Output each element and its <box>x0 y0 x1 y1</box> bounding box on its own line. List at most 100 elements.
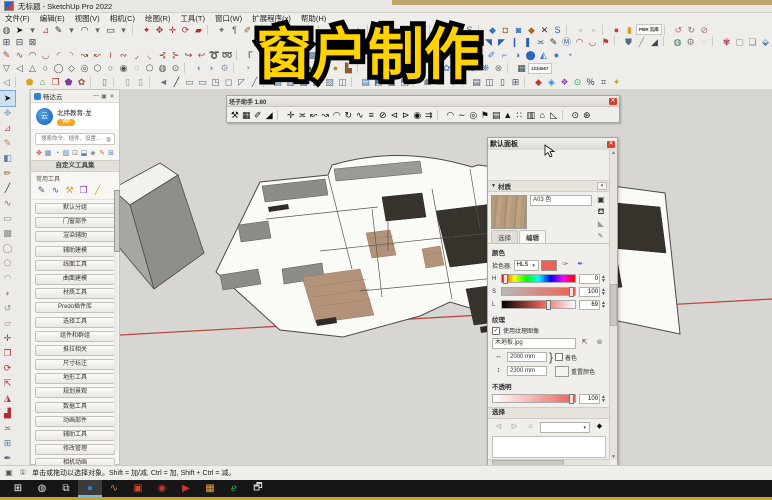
tool-icon[interactable]: ▢ <box>401 24 414 36</box>
sample-paint-icon[interactable]: ◣ <box>596 219 606 229</box>
tab-edit[interactable]: 编辑 <box>519 230 546 243</box>
tool-icon[interactable]: ▧ <box>310 76 323 88</box>
tool-icon[interactable]: ▫ <box>587 24 600 36</box>
plugin-group-button[interactable]: 尺寸标注 <box>35 359 115 371</box>
menu-item[interactable]: 相机(C) <box>105 13 140 24</box>
tool-icon[interactable]: ✿ <box>440 62 453 74</box>
tool-icon[interactable]: ⬒ <box>398 76 411 88</box>
tool-icon[interactable]: ✿ <box>75 76 88 88</box>
tab-select[interactable]: 选择 <box>491 230 518 243</box>
tool-icon[interactable]: ↝ <box>78 49 91 61</box>
saturation-slider[interactable] <box>501 287 577 297</box>
tool-icon[interactable]: ❚ <box>521 36 534 48</box>
tool-icon[interactable]: ✛ <box>166 24 179 36</box>
plugin-search[interactable]: ◍ <box>35 133 115 145</box>
tool-icon[interactable]: ✐ <box>252 109 264 121</box>
plugin-group-button[interactable]: 材质工具 <box>35 288 115 300</box>
tool-icon[interactable]: ◠ <box>378 62 391 74</box>
tool-icon[interactable]: ◗ <box>205 62 218 74</box>
tool-icon[interactable]: ◄ <box>332 49 345 61</box>
texture-height-field[interactable]: 2300 mm <box>507 366 547 376</box>
texture-width-field[interactable]: 2000 mm <box>507 352 547 362</box>
tool-icon[interactable]: ▛ <box>397 49 410 61</box>
tool-icon[interactable]: ⊿ <box>39 24 52 36</box>
tool-icon[interactable]: ◜ <box>52 49 65 61</box>
task-view-icon[interactable]: ⧉ <box>54 480 78 497</box>
tool-icon[interactable]: ≀ <box>104 49 117 61</box>
tool-icon[interactable]: ▤ <box>470 76 483 88</box>
tool-icon[interactable]: ● <box>303 62 316 74</box>
tool-icon[interactable]: ◫ <box>336 76 349 88</box>
tool-icon[interactable]: ◤ <box>495 36 508 48</box>
tool-icon[interactable]: ⊞ <box>0 36 13 48</box>
tool-icon[interactable]: ⊛ <box>581 109 593 121</box>
tool-icon[interactable]: L <box>257 49 270 61</box>
plugin-group-button[interactable]: 修改管理 <box>35 444 115 456</box>
browser-app[interactable]: ℯ <box>222 480 246 497</box>
tool-icon[interactable]: ➤ <box>0 90 16 107</box>
tool-icon[interactable]: ⊛ <box>453 62 466 74</box>
tool-icon[interactable]: ⌂ <box>36 76 49 88</box>
bandicam-app[interactable]: ◉ <box>150 480 174 497</box>
close-icon[interactable]: ✕ <box>609 97 617 105</box>
tool-icon[interactable]: ⊰ <box>156 49 169 61</box>
tool-icon[interactable]: ◈ <box>89 149 97 158</box>
tool-icon[interactable]: ⬡ <box>420 49 433 61</box>
tool-icon[interactable]: ◆ <box>459 49 472 61</box>
tool-icon[interactable]: ◭ <box>537 49 550 61</box>
tool-icon[interactable]: ✥ <box>290 24 303 36</box>
tool-icon[interactable]: ⊗ <box>492 62 505 74</box>
tool-icon[interactable]: ◄ <box>157 76 170 88</box>
tool-icon[interactable]: △ <box>26 62 39 74</box>
menu-item[interactable]: 编辑(E) <box>35 13 70 24</box>
tool-icon[interactable]: ▽ <box>0 62 13 74</box>
tool-icon[interactable]: ⬟ <box>62 76 75 88</box>
tool-icon[interactable]: ☗ <box>421 76 434 88</box>
tool-icon[interactable]: ◮ <box>0 391 15 406</box>
plugin-group-button[interactable]: 辅助工具 <box>35 430 115 441</box>
use-texture-checkbox[interactable]: ✓ <box>492 326 500 335</box>
plugin-group-button[interactable]: 门窗部件 <box>35 217 115 229</box>
tool-icon[interactable]: ◪ <box>385 76 398 88</box>
tool-icon[interactable]: ◺ <box>548 109 560 121</box>
tool-icon[interactable]: ◯ <box>0 241 15 256</box>
plugin-group-button[interactable]: 动画部件 <box>35 415 115 427</box>
tool-icon[interactable]: ▦ <box>241 109 253 121</box>
current-color-swatch[interactable] <box>540 259 557 271</box>
edit-pencil-icon[interactable]: ✎ <box>594 231 607 243</box>
tool-icon[interactable]: ◔ <box>53 149 61 158</box>
tool-icon[interactable]: ❒ <box>78 185 89 196</box>
tool-icon[interactable]: ◗ <box>352 24 365 36</box>
tool-icon[interactable]: ✦ <box>610 76 623 88</box>
tool-icon[interactable]: ◎ <box>358 49 371 61</box>
tool-icon[interactable]: ◔ <box>563 49 576 61</box>
tool-icon[interactable]: ✕ <box>538 24 551 36</box>
tool-icon[interactable]: ▩ <box>306 49 319 61</box>
tool-icon[interactable]: ◑ <box>254 62 267 74</box>
menu-item[interactable]: 扩展程序(x) <box>247 13 296 24</box>
plugin-group-button[interactable]: 默认分组 <box>35 203 115 214</box>
tool-icon[interactable]: ⊙ <box>570 109 582 121</box>
materials-menu-icon[interactable]: ▾ <box>597 182 607 190</box>
spinner-icon[interactable]: ▲ ▼ <box>601 300 606 309</box>
tool-icon[interactable]: ◆ <box>486 24 499 36</box>
tool-icon[interactable]: ∷ <box>290 62 303 74</box>
tool-icon[interactable]: ✦ <box>140 24 153 36</box>
tool-icon[interactable]: ⇉ <box>423 109 435 121</box>
tool-icon[interactable]: ◆ <box>532 76 545 88</box>
tool-icon[interactable]: ⚒ <box>64 185 75 196</box>
tool-icon[interactable]: ⛉ <box>447 76 460 88</box>
paint-bucket-icon[interactable]: ⛾ <box>596 207 606 217</box>
tool-icon[interactable]: ⊱ <box>169 49 182 61</box>
tool-icon[interactable]: ╱ <box>248 76 261 88</box>
tool-icon[interactable]: ⌖ <box>215 24 228 36</box>
tool-icon[interactable]: ✾ <box>720 36 733 48</box>
tool-icon[interactable]: ↻ <box>343 109 355 121</box>
tool-icon[interactable]: ⬙ <box>759 36 772 48</box>
tool-icon[interactable]: ⬗ <box>472 49 485 61</box>
tool-icon[interactable]: ⚒ <box>229 109 241 121</box>
tool-icon[interactable]: ◢ <box>264 109 276 121</box>
tool-icon[interactable]: ▫ <box>574 24 587 36</box>
tool-icon[interactable]: ⬢ <box>433 49 446 61</box>
tool-icon[interactable]: ↺ <box>672 24 685 36</box>
